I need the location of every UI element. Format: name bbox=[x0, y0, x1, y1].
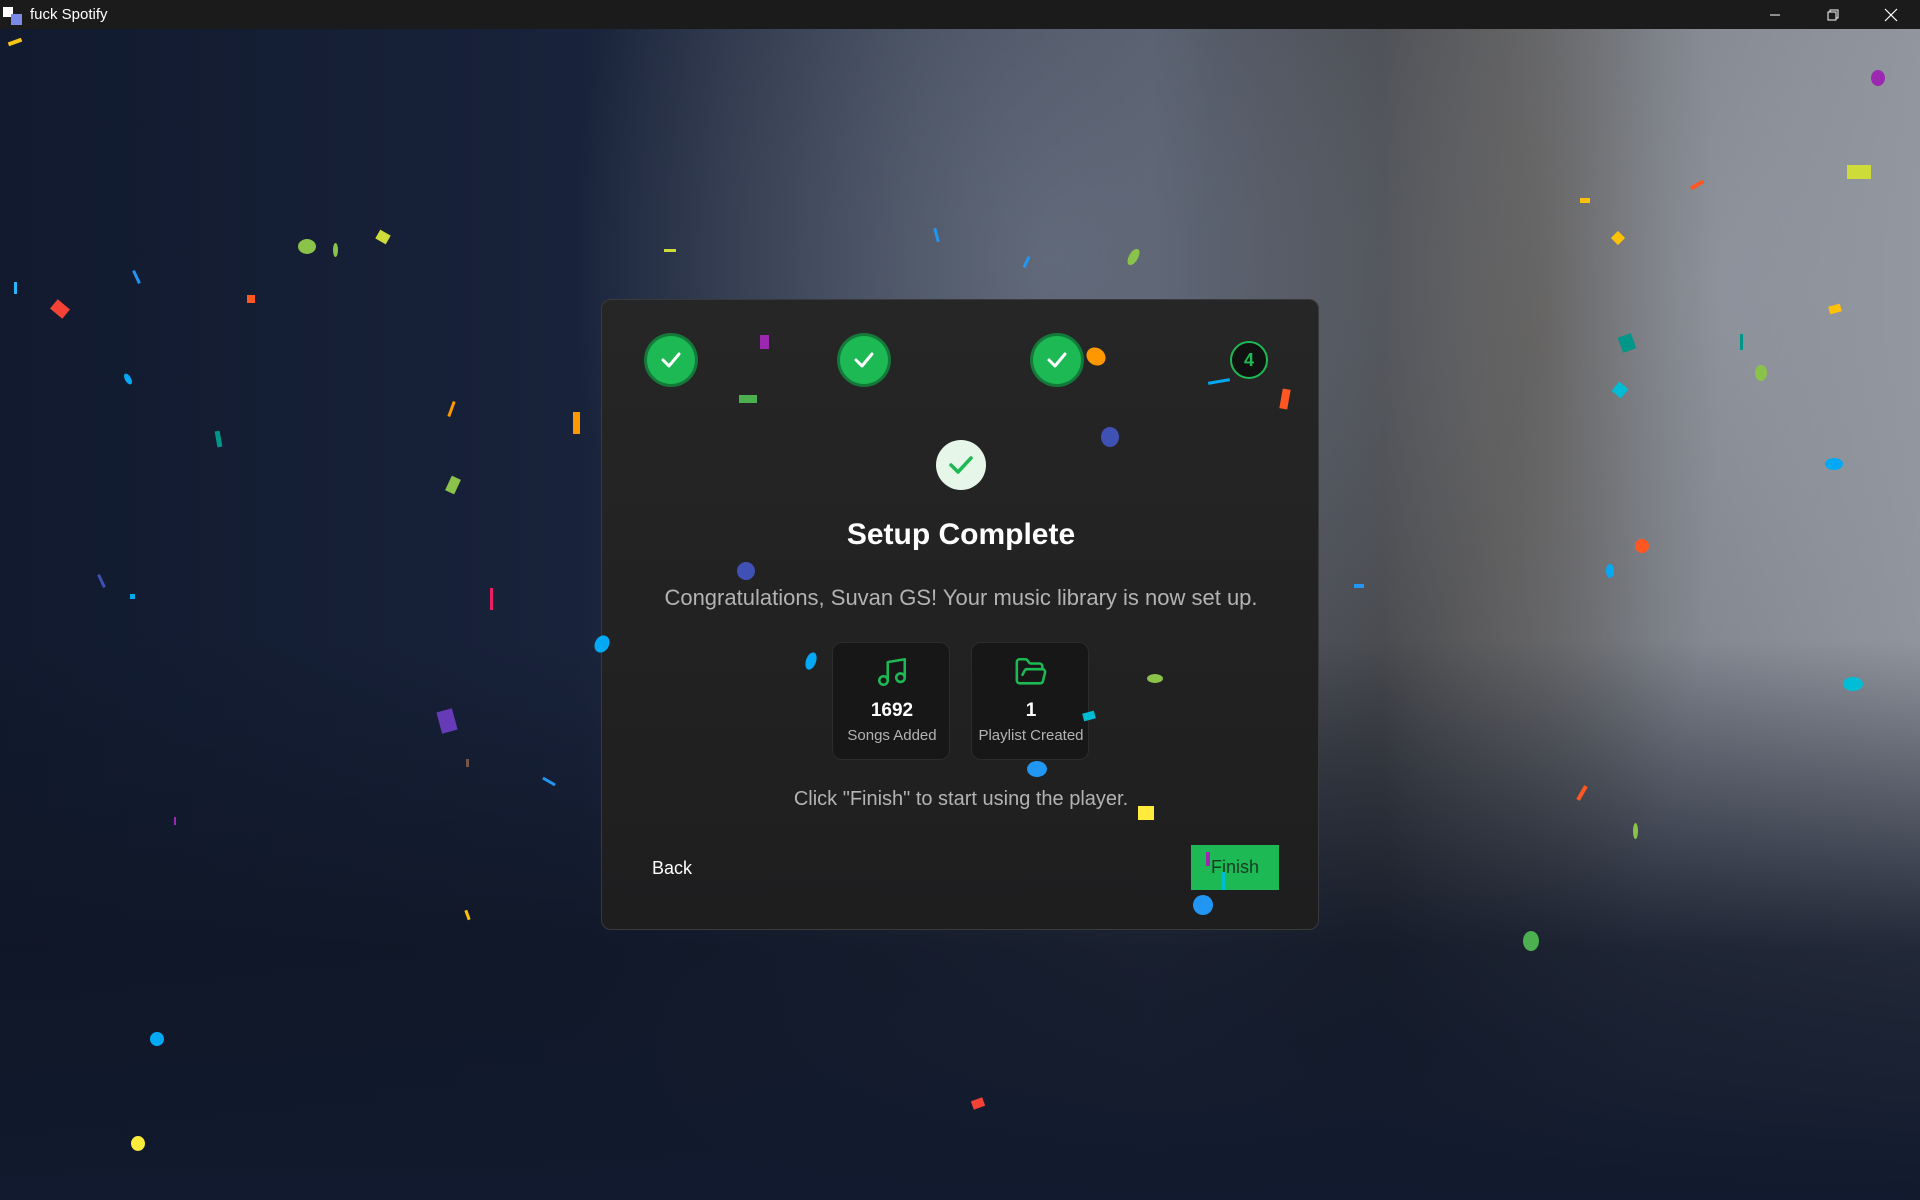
completion-message: Congratulations, Suvan GS! Your music li… bbox=[664, 585, 1258, 610]
minimize-icon bbox=[1770, 14, 1780, 15]
finish-hint: Click "Finish" to start using the player… bbox=[793, 788, 1129, 810]
confetti-piece bbox=[1755, 365, 1767, 381]
confetti-piece bbox=[760, 335, 769, 349]
confetti-piece bbox=[1633, 823, 1638, 839]
confetti-piece bbox=[1222, 872, 1225, 890]
window-title: fuck Spotify bbox=[30, 6, 108, 23]
confetti-piece bbox=[1354, 584, 1364, 588]
window-controls bbox=[1746, 0, 1920, 29]
confetti-piece bbox=[150, 1032, 164, 1046]
app-icon bbox=[2, 4, 24, 26]
confetti-piece bbox=[1843, 677, 1863, 691]
close-icon bbox=[1884, 8, 1898, 21]
confetti-piece bbox=[573, 412, 580, 434]
restore-icon bbox=[1827, 9, 1839, 20]
playlist-created-count: 1 bbox=[1025, 700, 1037, 721]
confetti-piece bbox=[1635, 539, 1649, 553]
confetti-piece bbox=[174, 817, 176, 825]
step-2-indicator bbox=[840, 336, 888, 384]
playlist-created-label: Playlist Created bbox=[978, 727, 1084, 744]
confetti-piece bbox=[298, 239, 316, 254]
confetti-piece bbox=[247, 295, 255, 303]
confetti-piece bbox=[333, 243, 338, 257]
playlist-created-card: 1 Playlist Created bbox=[971, 642, 1089, 760]
confetti-piece bbox=[1580, 198, 1590, 203]
confetti-piece bbox=[1825, 458, 1843, 470]
title-bar: fuck Spotify bbox=[0, 0, 1920, 29]
confetti-piece bbox=[1027, 761, 1047, 777]
confetti-piece bbox=[1206, 852, 1210, 866]
step-4-indicator: 4 bbox=[1230, 341, 1268, 379]
confetti-piece bbox=[664, 249, 676, 252]
confetti-piece bbox=[466, 759, 469, 767]
folder-open-icon bbox=[1015, 657, 1047, 685]
success-check-icon bbox=[936, 440, 986, 490]
confetti-piece bbox=[1740, 334, 1743, 350]
confetti-piece bbox=[737, 562, 755, 580]
confetti-piece bbox=[1101, 427, 1119, 447]
confetti-piece bbox=[1523, 931, 1539, 951]
confetti-piece bbox=[1147, 674, 1163, 683]
confetti-piece bbox=[1606, 564, 1614, 578]
close-button[interactable] bbox=[1862, 0, 1920, 29]
finish-button[interactable]: Finish bbox=[1191, 845, 1279, 890]
step-1-indicator bbox=[647, 336, 695, 384]
back-button[interactable]: Back bbox=[642, 853, 702, 883]
setup-wizard-dialog: 4 Setup Complete Congratulations, Suvan … bbox=[601, 299, 1319, 930]
check-icon bbox=[1047, 352, 1067, 368]
confetti-piece bbox=[131, 1136, 145, 1151]
songs-added-card: 1692 Songs Added bbox=[832, 642, 950, 760]
check-icon bbox=[854, 352, 874, 368]
confetti-piece bbox=[1193, 895, 1213, 915]
confetti-piece bbox=[130, 594, 135, 599]
confetti-piece bbox=[739, 395, 757, 403]
confetti-piece bbox=[490, 588, 493, 610]
music-note-icon bbox=[877, 657, 907, 687]
restore-button[interactable] bbox=[1804, 0, 1862, 29]
confetti-piece bbox=[1138, 806, 1154, 820]
songs-added-label: Songs Added bbox=[847, 727, 937, 744]
confetti-piece bbox=[1847, 165, 1871, 179]
check-icon bbox=[661, 352, 681, 368]
confetti-piece bbox=[14, 282, 17, 294]
confetti-piece bbox=[1871, 70, 1885, 86]
step-3-indicator bbox=[1033, 336, 1081, 384]
minimize-button[interactable] bbox=[1746, 0, 1804, 29]
page-title: Setup Complete bbox=[846, 518, 1076, 551]
songs-added-count: 1692 bbox=[870, 700, 914, 721]
